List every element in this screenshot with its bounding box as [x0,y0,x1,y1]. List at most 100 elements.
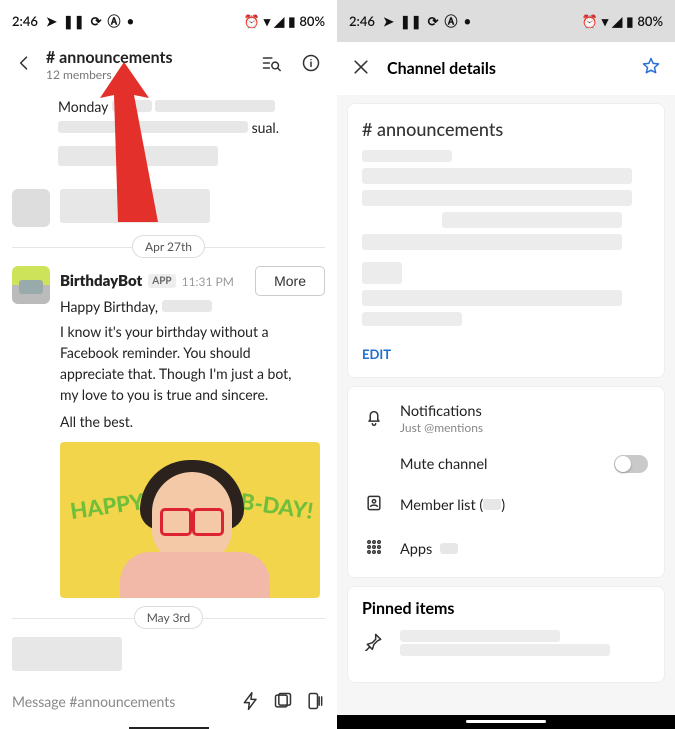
image-content [160,508,224,530]
channel-members: 12 members [46,67,247,82]
status-bar: 2:46 ➤ ❚❚ ⟳ Ⓐ • ⏰ ▾ ◢ ▮ 80% [337,0,675,42]
member-list-label: Member list ( [400,497,483,514]
edit-button[interactable]: EDIT [362,346,391,362]
status-bar: 2:46 ➤ ❚❚ ⟳ Ⓐ • ⏰ ▾ ◢ ▮ 80% [0,0,337,42]
message-sender[interactable]: BirthdayBot [60,272,142,290]
pinned-items-title: Pinned items [362,599,650,618]
avatar[interactable] [12,189,50,227]
nav-bar [337,715,675,729]
apps-label: Apps [400,541,432,558]
notifications-sub: Just @mentions [400,420,483,435]
battery-icon: ▮ [626,15,633,28]
message-text: I know it's your birthday without a Face… [60,321,310,405]
wifi-icon: ▾ [264,15,271,28]
send-icon: ➤ [383,15,394,28]
redacted-text [362,262,402,284]
message-text: All the best. [60,411,325,432]
image-overlay-text: B-DAY! [239,487,316,524]
status-time: 2:46 [12,13,38,29]
search-button[interactable] [255,49,287,81]
image-icon[interactable] [273,691,293,711]
message-composer[interactable]: Message #announcements [0,685,337,717]
member-list-close: ) [501,497,505,514]
redacted-text [362,234,622,250]
info-button[interactable] [295,49,327,81]
hash-icon: # [362,118,372,140]
app-icon: Ⓐ [108,15,121,28]
sync-icon: ⟳ [428,15,439,28]
channel-title-button[interactable]: # announcements 12 members [46,48,247,82]
alarm-icon: ⏰ [582,15,598,28]
signal-icon: ◢ [612,15,622,28]
signal-icon: ◢ [274,15,284,28]
redacted-text [400,630,560,642]
app-icon: Ⓐ [445,15,458,28]
image-overlay-text: HAPPY [68,487,145,524]
info-icon [301,53,321,73]
mute-toggle[interactable] [614,455,648,473]
avatar[interactable] [12,266,50,304]
close-icon [351,57,371,77]
back-button[interactable] [10,49,38,82]
composer-placeholder[interactable]: Message #announcements [12,693,229,710]
battery-percent: 80% [637,13,663,29]
redacted-text [362,190,632,206]
mute-row[interactable]: Mute channel [362,445,650,483]
mute-label: Mute channel [400,456,487,473]
redacted-text [362,312,462,326]
dot-icon: • [464,15,472,28]
chevron-left-icon [14,53,34,73]
pin-icon [364,631,384,655]
redacted-text [362,150,452,162]
apps-icon [364,537,384,561]
send-icon: ➤ [46,15,57,28]
redacted-text [362,168,632,184]
redacted-text [60,189,210,223]
pinned-item[interactable] [362,618,650,668]
notifications-label: Notifications [400,403,483,420]
search-list-icon [261,53,281,73]
wifi-icon: ▾ [602,15,609,28]
channel-name: announcements [377,118,503,140]
message-timestamp: 11:31 PM [182,274,234,289]
battery-icon: ▮ [288,15,295,28]
redacted-text [155,100,275,112]
page-title: Channel details [387,59,625,78]
redacted-text [58,146,218,166]
pause-icon: ❚❚ [400,15,422,28]
member-list-row[interactable]: Member list () [362,483,650,527]
star-icon [641,56,661,76]
redacted-text [362,290,622,306]
redacted-text [483,499,501,510]
notifications-row[interactable]: Notifications Just @mentions [362,393,650,445]
redacted-text [442,212,622,228]
app-badge: APP [148,274,175,288]
channel-name: announcements [59,48,172,67]
redacted-text [162,300,212,312]
close-button[interactable] [351,57,371,81]
star-button[interactable] [641,56,661,81]
redacted-text [12,637,122,671]
redacted-text [58,121,248,133]
lightning-icon[interactable] [241,691,261,711]
hash-icon: # [46,48,55,67]
apps-row[interactable]: Apps [362,527,650,571]
battery-percent: 80% [299,13,325,29]
dot-icon: • [127,15,135,28]
date-separator: Apr 27th [132,235,205,258]
message-text: Happy Birthday, [60,298,158,315]
alarm-icon: ⏰ [244,15,260,28]
sync-icon: ⟳ [91,15,102,28]
attachment-icon[interactable] [305,691,325,711]
message-fragment: Monday [58,98,108,115]
status-time: 2:46 [349,13,375,29]
message-attachment-image[interactable]: HAPPY B-DAY! [60,442,320,598]
redacted-text [440,543,458,554]
bell-icon [364,407,384,431]
pause-icon: ❚❚ [63,15,85,28]
redacted-text [400,644,610,656]
more-button[interactable]: More [255,266,325,296]
message-fragment: sual. [252,119,279,136]
members-icon [364,493,384,517]
redacted-text [112,100,152,112]
